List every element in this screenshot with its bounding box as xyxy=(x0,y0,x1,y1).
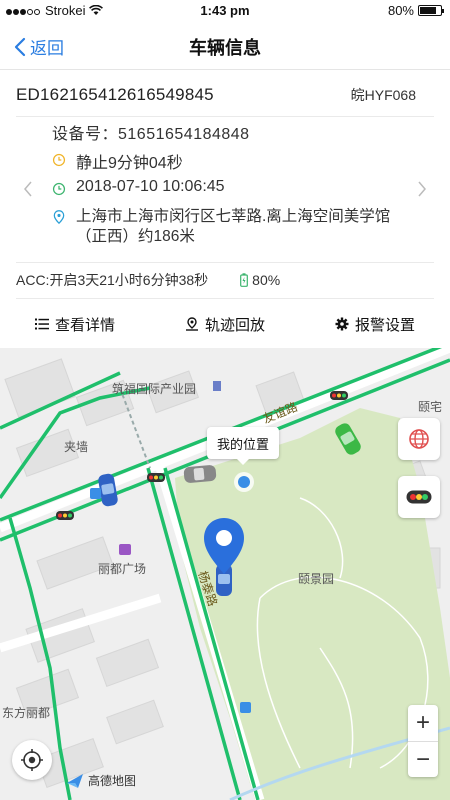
stop-status: 静止9分钟04秒 xyxy=(76,155,183,172)
battery-icon xyxy=(240,273,249,287)
datetime-row: 2018-07-10 10:06:45 xyxy=(52,178,414,207)
list-icon xyxy=(34,318,49,330)
map-canvas xyxy=(0,348,450,800)
map-provider-name: 高德地图 xyxy=(88,774,137,788)
acc-status: ACC:开启3天21小时6分钟38秒 xyxy=(16,272,209,288)
address-row: 上海市上海市闵行区七莘路.离上海空间美学馆（正西）约186米 xyxy=(52,207,414,247)
map-label: 颐景园 xyxy=(298,572,335,586)
location-pin-icon xyxy=(53,210,65,225)
action-label: 查看详情 xyxy=(54,316,115,334)
action-label: 报警设置 xyxy=(354,316,415,334)
map-label: 东方丽都 xyxy=(2,706,51,720)
vehicle-info: 设备号：51651654184848 静止9分钟04秒 2018-07-10 1… xyxy=(52,120,414,247)
status-battery: 80% xyxy=(387,3,444,18)
status-bar: Strokei 1:43 pm 80% xyxy=(0,0,450,22)
map-label: 丽都广场 xyxy=(98,562,147,576)
divider xyxy=(16,262,434,263)
track-icon xyxy=(185,317,198,331)
device-row: 设备号：51651654184848 xyxy=(52,120,414,149)
my-location-bubble: 我的位置 xyxy=(207,427,279,465)
zoom-in-button[interactable]: + xyxy=(408,705,438,741)
chevron-left-icon[interactable] xyxy=(22,180,34,198)
locate-icon xyxy=(21,749,43,771)
clock-icon xyxy=(52,182,66,196)
map-label: 颐宅 xyxy=(418,400,443,414)
vehicle-id: ED162165412616549845 xyxy=(16,85,214,104)
map-view[interactable]: 筑福国际产业园 夹墙 丽都广场 颐景园 颐宅 东方丽都 友谊路 杨泰路 xyxy=(0,348,450,800)
battery-percent: 80% xyxy=(387,3,414,18)
zoom-out-button[interactable]: − xyxy=(408,741,438,777)
divider xyxy=(16,298,434,299)
battery-icon xyxy=(418,5,444,16)
device-number: 设备号：51651654184848 xyxy=(52,126,250,143)
view-details-button[interactable]: 查看详情 xyxy=(0,300,150,348)
zoom-control: + − xyxy=(408,705,438,777)
map-layer-button[interactable] xyxy=(398,418,440,460)
vehicle-plate: 皖HYF068 xyxy=(350,87,416,103)
amap-logo-icon xyxy=(67,773,83,788)
vehicle-battery: 80% xyxy=(240,272,280,288)
status-time: 1:43 pm xyxy=(200,3,250,18)
action-label: 轨迹回放 xyxy=(204,316,265,334)
datetime: 2018-07-10 10:06:45 xyxy=(76,178,225,195)
traffic-toggle-button[interactable] xyxy=(398,476,440,518)
action-bar: 查看详情 轨迹回放 报警设置 xyxy=(0,300,450,348)
chevron-right-icon[interactable] xyxy=(416,180,428,198)
clock-icon xyxy=(52,153,66,167)
map-label: 筑福国际产业园 xyxy=(112,382,197,396)
acc-row: ACC:开启3天21小时6分钟38秒 80% xyxy=(16,270,434,290)
vehicle-id-row: ED162165412616549845 皖HYF068 xyxy=(16,80,416,110)
stop-status-row: 静止9分钟04秒 xyxy=(52,149,414,178)
globe-icon xyxy=(409,429,429,449)
page-title: 车辆信息 xyxy=(189,38,261,58)
locate-button[interactable] xyxy=(12,740,52,780)
map-provider-logo: 高德地图 xyxy=(66,772,136,789)
address: 上海市上海市闵行区七莘路.离上海空间美学馆（正西）约186米 xyxy=(76,208,391,245)
divider xyxy=(16,116,434,117)
gear-icon xyxy=(335,317,349,331)
vehicle-battery-percent: 80% xyxy=(252,272,281,288)
traffic-light-icon xyxy=(406,490,432,504)
track-playback-button[interactable]: 轨迹回放 xyxy=(150,300,300,348)
alarm-settings-button[interactable]: 报警设置 xyxy=(300,300,450,348)
nav-bar: 返回 车辆信息 xyxy=(0,22,450,70)
map-label: 夹墙 xyxy=(64,440,89,454)
